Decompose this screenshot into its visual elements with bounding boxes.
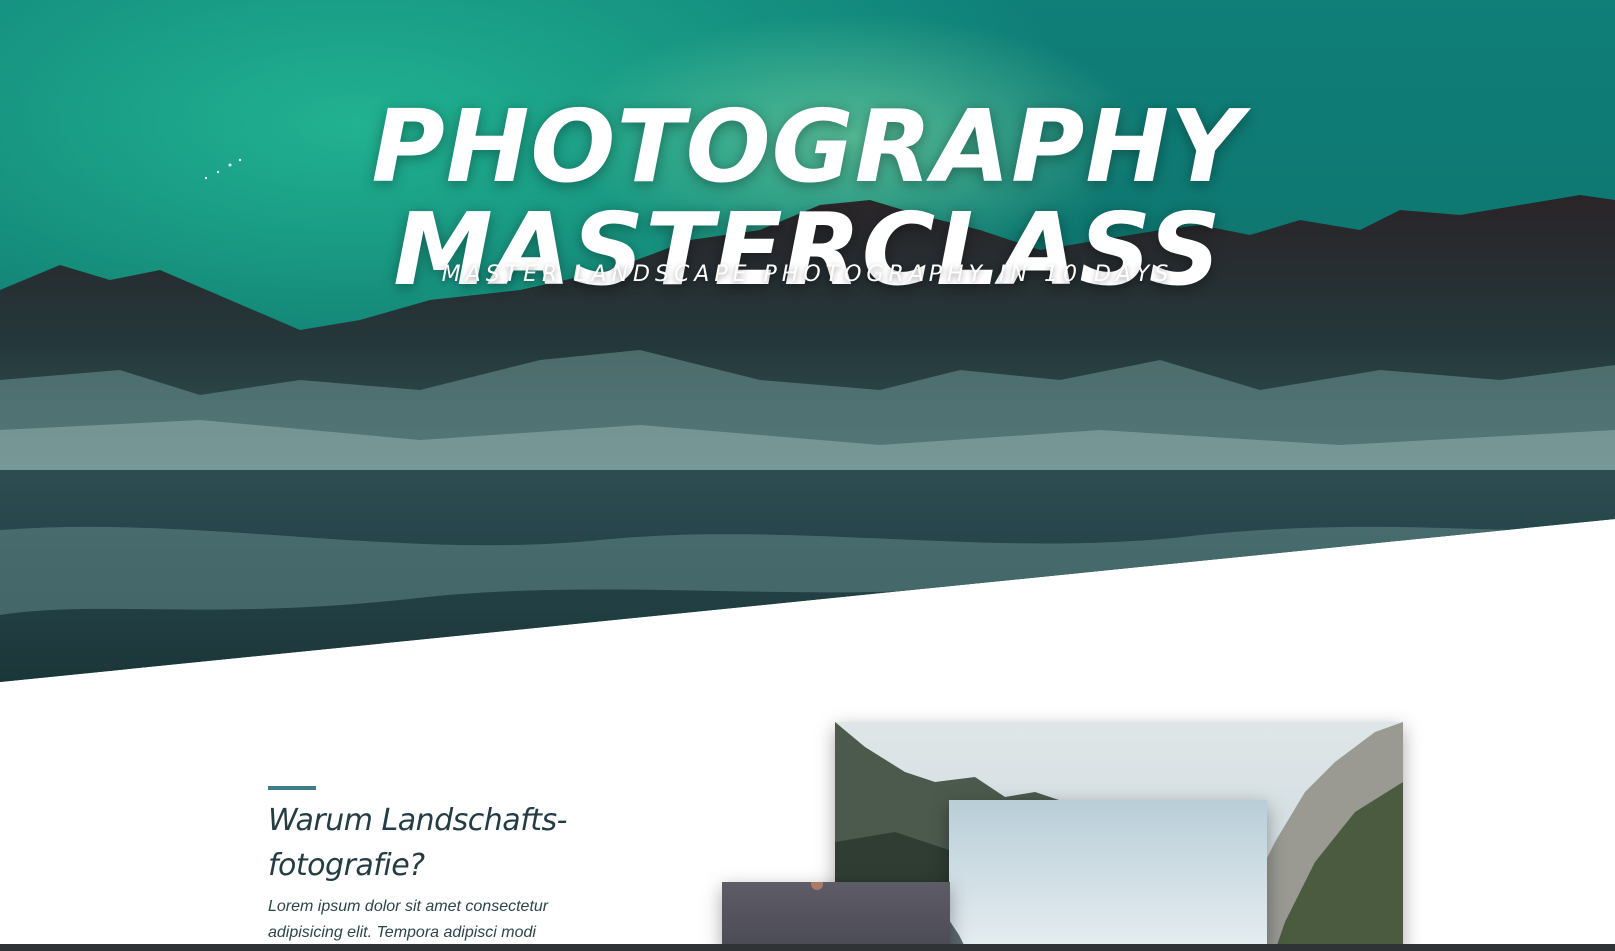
section-heading: Warum Landschafts- fotografie? <box>268 798 628 888</box>
accent-bar <box>268 786 316 790</box>
hero-title-line-1: PHOTOGRAPHY <box>371 88 1244 205</box>
hero-subtitle: MASTER LANDSCAPE PHOTOGRAPHY IN 10 DAYS <box>441 262 1174 287</box>
section-heading-line-2: fotografie? <box>268 848 425 883</box>
gallery-photo-misty-sky <box>949 800 1267 951</box>
hero-section: PHOTOGRAPHY MASTERCLASS MASTER LANDSCAPE… <box>0 0 1615 690</box>
gallery-photo-dusk-mountain <box>722 882 950 951</box>
bottom-edge-bar <box>0 944 1615 951</box>
section-body-text: Lorem ipsum dolor sit amet consectetur a… <box>268 898 549 941</box>
section-heading-line-1: Warum Landschafts- <box>268 803 567 838</box>
